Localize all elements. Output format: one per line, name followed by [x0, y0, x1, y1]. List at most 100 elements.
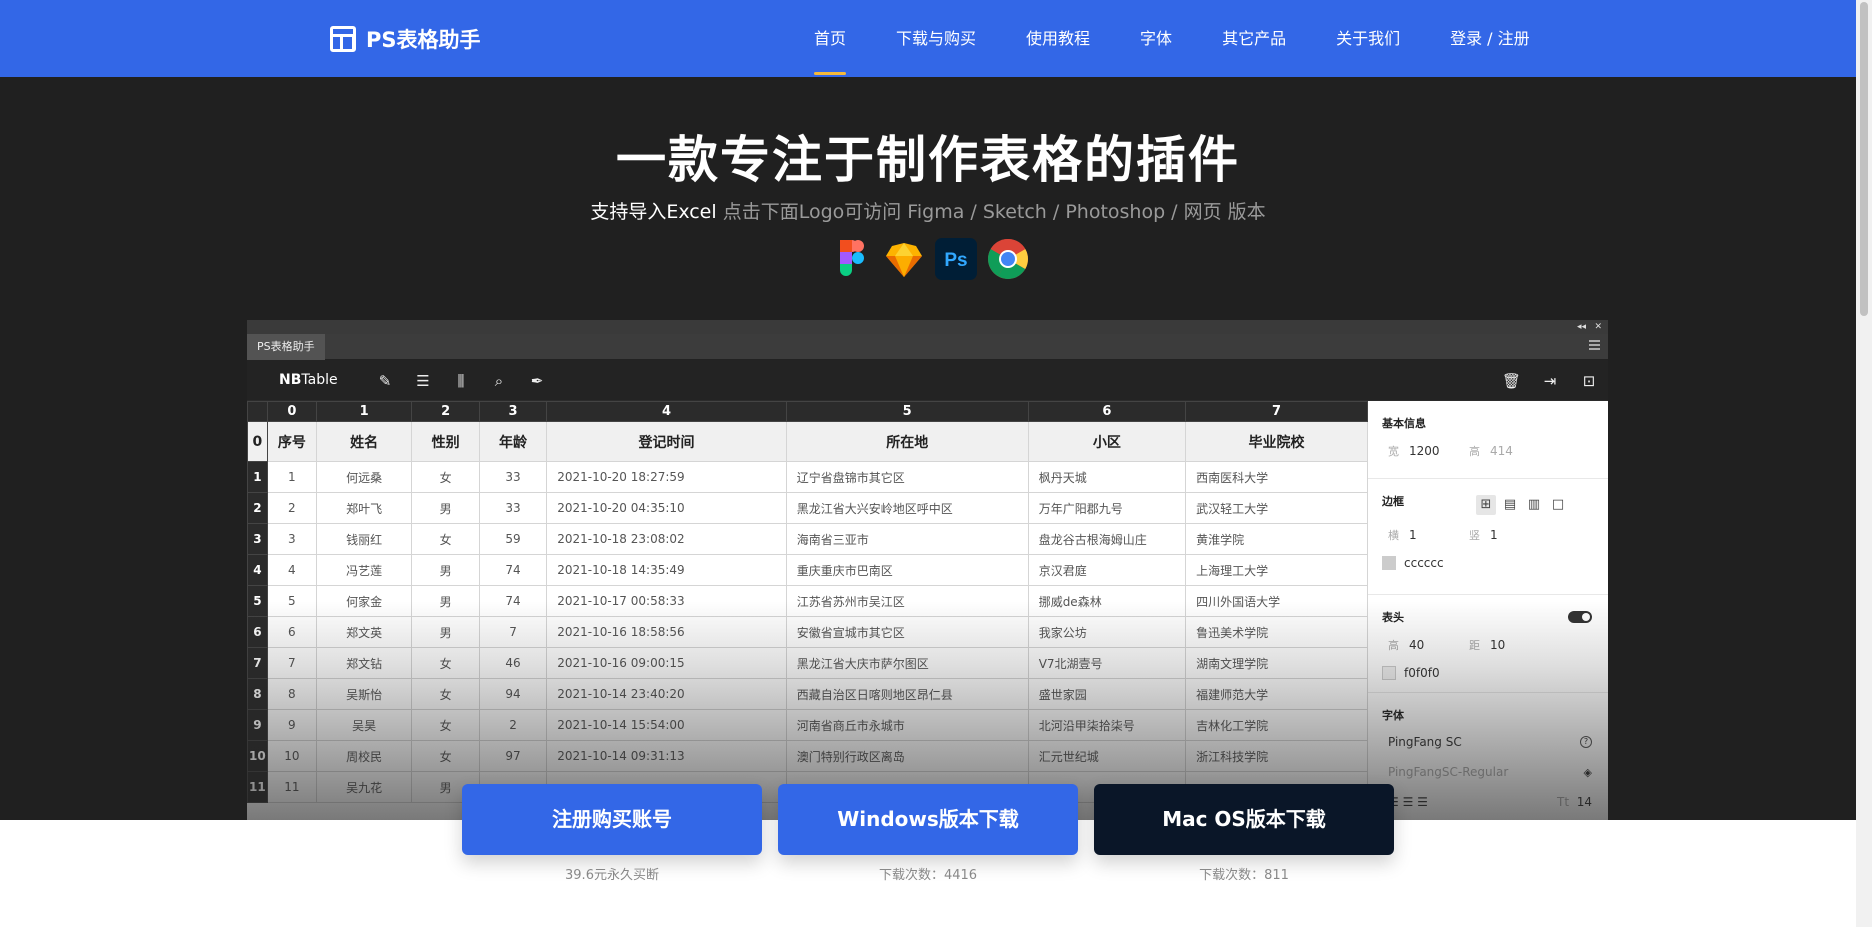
grid-cols-icon[interactable]: ▥: [1524, 495, 1544, 515]
table-cell[interactable]: 2021-10-14 15:54:00: [546, 709, 787, 741]
table-cell[interactable]: 2021-10-16 09:00:15: [546, 647, 787, 679]
font-family-row[interactable]: PingFang SC ?: [1368, 727, 1608, 757]
table-cell[interactable]: 2021-10-14 23:40:20: [546, 678, 787, 710]
table-cell[interactable]: 2021-10-16 18:58:56: [546, 616, 787, 648]
row-index[interactable]: 11: [247, 771, 268, 803]
font-style-value[interactable]: PingFangSC-Regular: [1388, 765, 1508, 779]
table-cell[interactable]: V7北湖壹号: [1027, 647, 1187, 679]
table-cell[interactable]: 33: [478, 492, 548, 524]
column-index[interactable]: 4: [546, 401, 787, 422]
nav-item-fonts[interactable]: 字体: [1140, 0, 1172, 77]
table-cell[interactable]: 男: [411, 585, 480, 617]
table-cell[interactable]: 盘龙谷古根海姆山庄: [1027, 523, 1187, 555]
header-cell[interactable]: 所在地: [785, 421, 1029, 462]
row-index[interactable]: 7: [247, 647, 268, 679]
table-cell[interactable]: 何家金: [315, 585, 413, 617]
nav-item-other-products[interactable]: 其它产品: [1222, 0, 1286, 77]
table-cell[interactable]: 武汉轻工大学: [1185, 492, 1368, 524]
table-cell[interactable]: 女: [411, 678, 480, 710]
table-cell[interactable]: 10: [266, 740, 317, 772]
table-cell[interactable]: 吴九花: [315, 771, 413, 803]
trash-icon[interactable]: 🗑: [1502, 372, 1521, 390]
nav-item-login-register[interactable]: 登录 / 注册: [1450, 0, 1530, 77]
table-cell[interactable]: 6: [266, 616, 317, 648]
grid-all-icon[interactable]: ⊞: [1476, 495, 1496, 515]
header-toggle[interactable]: [1568, 611, 1592, 623]
table-cell[interactable]: 辽宁省盘锦市其它区: [785, 461, 1029, 493]
table-cell[interactable]: 男: [411, 616, 480, 648]
table-cell[interactable]: 94: [478, 678, 548, 710]
table-cell[interactable]: 女: [411, 709, 480, 741]
export-icon[interactable]: ⇥: [1541, 372, 1559, 390]
table-cell[interactable]: 女: [411, 740, 480, 772]
column-index[interactable]: 2: [411, 401, 480, 422]
row-index[interactable]: 8: [247, 678, 268, 710]
table-cell[interactable]: 4: [266, 554, 317, 586]
robot-icon[interactable]: ⊡: [1580, 372, 1598, 390]
table-cell[interactable]: 吴斯怡: [315, 678, 413, 710]
sketch-icon[interactable]: [882, 237, 926, 281]
table-cell[interactable]: 黑龙江省大兴安岭地区呼中区: [785, 492, 1029, 524]
paint-bucket-icon[interactable]: ◈: [1584, 766, 1592, 779]
table-cell[interactable]: 江苏省苏州市吴江区: [785, 585, 1029, 617]
table-cell[interactable]: 何远桑: [315, 461, 413, 493]
table-cell[interactable]: 吴昊: [315, 709, 413, 741]
table-cell[interactable]: 福建师范大学: [1185, 678, 1368, 710]
nav-item-about[interactable]: 关于我们: [1336, 0, 1400, 77]
table-cell[interactable]: 2021-10-20 04:35:10: [546, 492, 787, 524]
add-row-icon[interactable]: ☰: [414, 372, 432, 390]
table-cell[interactable]: 万年广阳郡九号: [1027, 492, 1187, 524]
header-cell[interactable]: 姓名: [315, 421, 413, 462]
header-cell[interactable]: 性别: [411, 421, 480, 462]
table-cell[interactable]: 2021-10-14 09:31:13: [546, 740, 787, 772]
table-cell[interactable]: 枫丹天城: [1027, 461, 1187, 493]
table-cell[interactable]: 74: [478, 554, 548, 586]
table-cell[interactable]: 周校民: [315, 740, 413, 772]
header-color-swatch[interactable]: [1382, 666, 1396, 680]
close-icon[interactable]: ✕: [1594, 320, 1602, 334]
table-cell[interactable]: 西藏自治区日喀则地区昂仁县: [785, 678, 1029, 710]
table-cell[interactable]: 2: [266, 492, 317, 524]
column-index[interactable]: 5: [785, 401, 1029, 422]
table-cell[interactable]: 汇元世纪城: [1027, 740, 1187, 772]
table-cell[interactable]: 郑文钻: [315, 647, 413, 679]
table-cell[interactable]: 74: [478, 585, 548, 617]
add-column-icon[interactable]: ⫼: [452, 372, 470, 390]
photoshop-icon[interactable]: Ps: [934, 237, 978, 281]
table-cell[interactable]: 四川外国语大学: [1185, 585, 1368, 617]
header-cell[interactable]: 登记时间: [546, 421, 787, 462]
table-cell[interactable]: 重庆重庆市巴南区: [785, 554, 1029, 586]
row-index[interactable]: 6: [247, 616, 268, 648]
table-cell[interactable]: 北河沿甲柒拾柒号: [1027, 709, 1187, 741]
width-field[interactable]: 1200: [1409, 444, 1469, 458]
table-cell[interactable]: 郑文英: [315, 616, 413, 648]
font-style-row[interactable]: PingFangSC-Regular ◈: [1368, 757, 1608, 787]
table-cell[interactable]: 上海理工大学: [1185, 554, 1368, 586]
row-index[interactable]: 9: [247, 709, 268, 741]
column-index[interactable]: 1: [315, 401, 413, 422]
height-field[interactable]: 414: [1490, 444, 1550, 458]
header-cell[interactable]: 序号: [266, 421, 317, 462]
border-color-value[interactable]: cccccc: [1404, 556, 1444, 570]
table-cell[interactable]: 7: [478, 616, 548, 648]
mac-download-button[interactable]: Mac OS版本下载: [1094, 784, 1394, 855]
font-size-field[interactable]: 14: [1577, 795, 1592, 809]
table-cell[interactable]: 11: [266, 771, 317, 803]
table-cell[interactable]: 海南省三亚市: [785, 523, 1029, 555]
row-index[interactable]: 4: [247, 554, 268, 586]
border-color-swatch[interactable]: [1382, 556, 1396, 570]
font-family-value[interactable]: PingFang SC: [1388, 735, 1462, 749]
pencil-icon[interactable]: ✎: [376, 372, 394, 390]
table-cell[interactable]: 2021-10-18 23:08:02: [546, 523, 787, 555]
header-color-value[interactable]: f0f0f0: [1404, 666, 1440, 680]
help-icon[interactable]: ?: [1580, 736, 1592, 748]
table-cell[interactable]: 黄淮学院: [1185, 523, 1368, 555]
table-cell[interactable]: 挪威de森林: [1027, 585, 1187, 617]
table-cell[interactable]: 2: [478, 709, 548, 741]
header-padding-field[interactable]: 10: [1490, 638, 1550, 652]
row-index[interactable]: 5: [247, 585, 268, 617]
row-index[interactable]: 3: [247, 523, 268, 555]
table-cell[interactable]: 鲁迅美术学院: [1185, 616, 1368, 648]
brand-logo[interactable]: PS表格助手: [330, 24, 481, 54]
table-cell[interactable]: 吉林化工学院: [1185, 709, 1368, 741]
